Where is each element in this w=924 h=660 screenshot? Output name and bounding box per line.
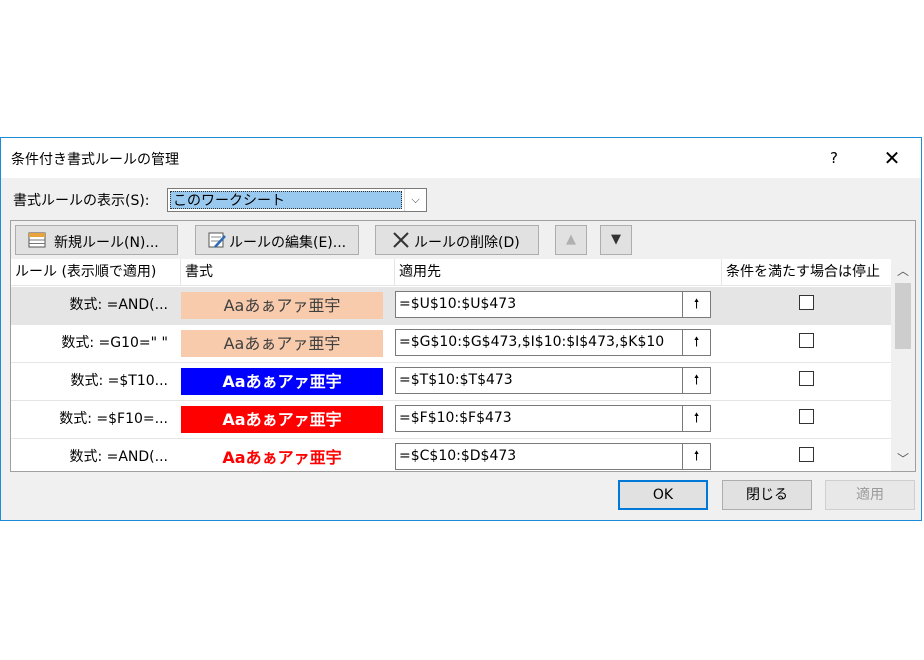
edit-rule-label: ルールの編集(E)... bbox=[229, 235, 347, 251]
rules-list: ルール (表示順で適用) 書式 適用先 条件を満たす場合は停止 数式: =AND… bbox=[11, 259, 915, 471]
move-down-button[interactable]: ▼ bbox=[600, 225, 632, 255]
stop-if-true-checkbox[interactable] bbox=[799, 295, 814, 310]
collapse-dialog-icon[interactable]: 🠕 bbox=[683, 367, 711, 394]
title-bar: 条件付き書式ルールの管理 ? ✕ bbox=[1, 138, 921, 178]
rule-row[interactable]: 数式: =AND(... Aaあぁアァ亜宇 =$C$10:$D$473 🠕 bbox=[11, 439, 891, 476]
help-button[interactable]: ? bbox=[819, 143, 849, 173]
rule-row[interactable]: 数式: =G10=" " Aaあぁアァ亜宇 =$G$10:$G$473,$I$1… bbox=[11, 325, 891, 362]
close-button[interactable]: 閉じる bbox=[722, 480, 812, 510]
collapse-dialog-icon[interactable]: 🠕 bbox=[683, 291, 711, 318]
chevron-down-icon[interactable]: ⌵ bbox=[404, 189, 426, 211]
column-header-rule: ルール (表示順で適用) bbox=[11, 259, 181, 286]
rule-description: 数式: =$T10... bbox=[70, 373, 168, 389]
close-icon[interactable]: ✕ bbox=[877, 143, 907, 173]
stop-if-true-checkbox[interactable] bbox=[799, 409, 814, 424]
conditional-format-manager-dialog: 条件付き書式ルールの管理 ? ✕ 書式ルールの表示(S): このワークシート ⌵… bbox=[0, 137, 922, 521]
show-rules-selected-value: このワークシート bbox=[170, 191, 402, 209]
rule-row[interactable]: 数式: =$T10... Aaあぁアァ亜宇 =$T$10:$T$473 🠕 bbox=[11, 363, 891, 400]
collapse-dialog-icon[interactable]: 🠕 bbox=[683, 443, 711, 470]
format-preview: Aaあぁアァ亜宇 bbox=[181, 406, 383, 433]
column-header-stop-if-true: 条件を満たす場合は停止 bbox=[722, 259, 891, 286]
new-rule-label: 新規ルール(N)... bbox=[54, 235, 159, 251]
new-rule-icon bbox=[28, 232, 46, 248]
move-up-button[interactable]: ▲ bbox=[555, 225, 587, 255]
format-preview: Aaあぁアァ亜宇 bbox=[181, 292, 383, 319]
rule-description: 数式: =$F10=... bbox=[59, 411, 168, 427]
applies-to-field[interactable]: =$G$10:$G$473,$I$10:$I$473,$K$10 bbox=[395, 329, 683, 356]
rules-panel: 新規ルール(N)... ルールの編集(E)... ルールの削除(D) ▲ ▼ ル… bbox=[10, 220, 916, 472]
delete-rule-button[interactable]: ルールの削除(D) bbox=[375, 225, 539, 255]
format-preview: Aaあぁアァ亜宇 bbox=[181, 368, 383, 395]
scroll-down-icon[interactable]: ﹀ bbox=[891, 447, 915, 471]
apply-button[interactable]: 適用 bbox=[825, 480, 915, 510]
delete-x-icon bbox=[393, 232, 409, 248]
collapse-dialog-icon[interactable]: 🠕 bbox=[683, 329, 711, 356]
vertical-scrollbar[interactable]: ︿ ﹀ bbox=[891, 259, 915, 471]
dialog-title: 条件付き書式ルールの管理 bbox=[11, 152, 179, 168]
applies-to-field[interactable]: =$U$10:$U$473 bbox=[395, 291, 683, 318]
show-rules-label: 書式ルールの表示(S): bbox=[13, 193, 150, 209]
rule-description: 数式: =AND(... bbox=[69, 297, 168, 313]
new-rule-button[interactable]: 新規ルール(N)... bbox=[15, 225, 178, 255]
stop-if-true-checkbox[interactable] bbox=[799, 371, 814, 386]
format-preview: Aaあぁアァ亜宇 bbox=[181, 330, 383, 357]
applies-to-field[interactable]: =$F$10:$F$473 bbox=[395, 405, 683, 432]
collapse-dialog-icon[interactable]: 🠕 bbox=[683, 405, 711, 432]
column-header-format: 書式 bbox=[181, 259, 395, 286]
edit-rule-icon bbox=[208, 232, 226, 248]
stop-if-true-checkbox[interactable] bbox=[799, 447, 814, 462]
applies-to-field[interactable]: =$T$10:$T$473 bbox=[395, 367, 683, 394]
show-rules-dropdown[interactable]: このワークシート ⌵ bbox=[167, 188, 427, 212]
format-preview: Aaあぁアァ亜宇 bbox=[181, 444, 383, 471]
stop-if-true-checkbox[interactable] bbox=[799, 333, 814, 348]
rule-row[interactable]: 数式: =$F10=... Aaあぁアァ亜宇 =$F$10:$F$473 🠕 bbox=[11, 401, 891, 438]
rule-row[interactable]: 数式: =AND(... Aaあぁアァ亜宇 =$U$10:$U$473 🠕 bbox=[11, 287, 891, 324]
applies-to-field[interactable]: =$C$10:$D$473 bbox=[395, 443, 683, 470]
edit-rule-button[interactable]: ルールの編集(E)... bbox=[195, 225, 359, 255]
delete-rule-label: ルールの削除(D) bbox=[414, 235, 520, 251]
scroll-thumb[interactable] bbox=[895, 283, 911, 349]
rule-description: 数式: =AND(... bbox=[69, 449, 168, 465]
scroll-up-icon[interactable]: ︿ bbox=[891, 259, 915, 283]
rule-description: 数式: =G10=" " bbox=[61, 335, 168, 351]
column-header-applies-to: 適用先 bbox=[395, 259, 722, 286]
ok-button[interactable]: OK bbox=[618, 480, 708, 510]
